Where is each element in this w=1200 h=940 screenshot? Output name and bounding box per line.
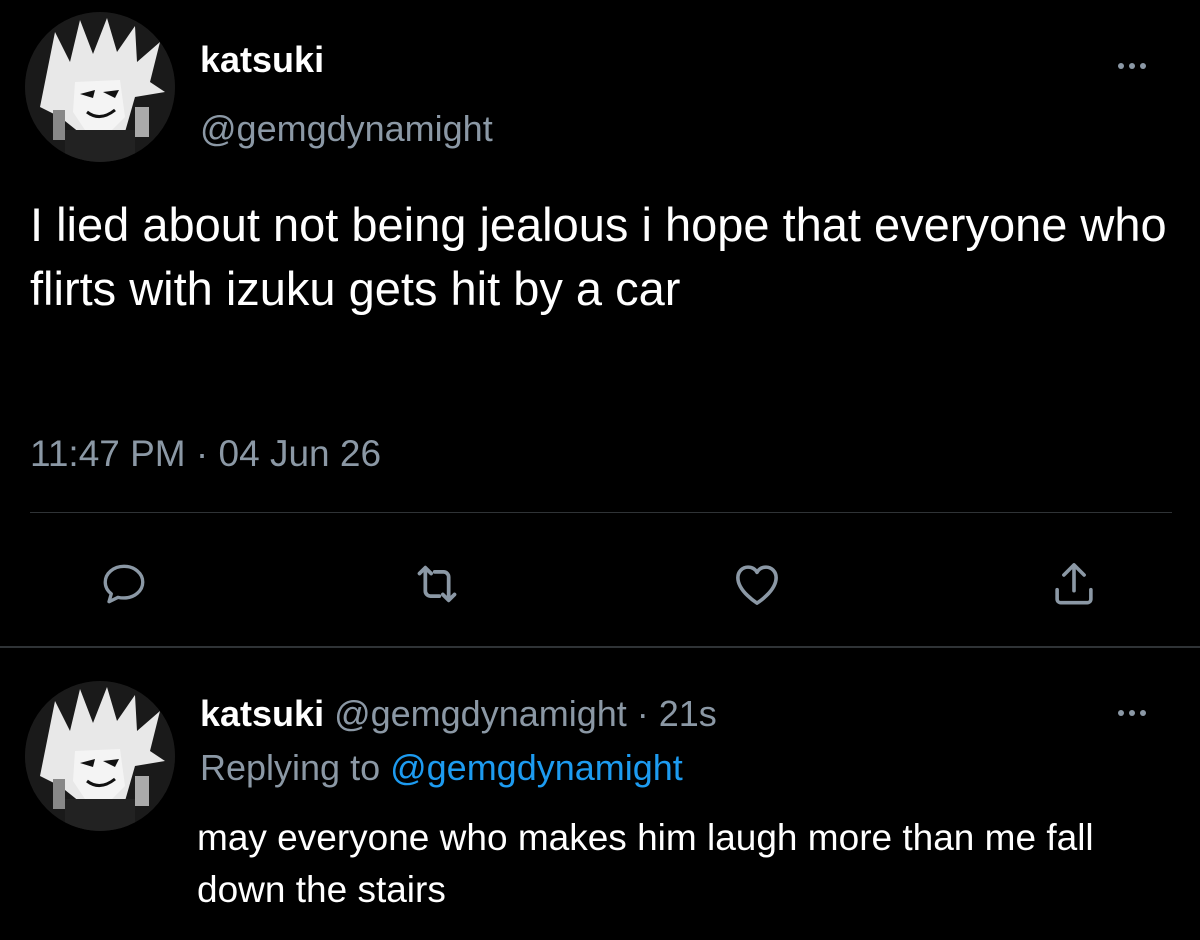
- replying-to-line: Replying to @gemgdynamight: [200, 746, 683, 790]
- tweet-text: I lied about not being jealous i hope th…: [30, 198, 1167, 315]
- author-avatar[interactable]: [25, 12, 175, 162]
- manga-avatar-icon: [25, 681, 175, 831]
- author-handle[interactable]: @gemgdynamight: [200, 107, 493, 151]
- more-options-button[interactable]: [1118, 63, 1146, 69]
- heart-icon: [736, 565, 778, 605]
- share-icon: [1055, 563, 1093, 605]
- retweet-icon: [417, 565, 457, 603]
- more-options-icon: [1118, 710, 1124, 716]
- reply-header: katsuki @gemgdynamight · 21s: [200, 692, 717, 736]
- replying-to-label: Replying to: [200, 747, 391, 788]
- retweet-button[interactable]: [409, 556, 465, 612]
- divider: [30, 512, 1172, 513]
- section-divider: [0, 646, 1200, 648]
- replying-to-mention[interactable]: @gemgdynamight: [390, 747, 683, 788]
- more-options-icon: [1118, 63, 1124, 69]
- reply-bubble-icon: [103, 564, 145, 604]
- reply-author-meta[interactable]: @gemgdynamight · 21s: [324, 693, 717, 734]
- author-display-name[interactable]: katsuki: [200, 38, 324, 82]
- reply-text: may everyone who makes him laugh more th…: [197, 817, 1094, 910]
- like-button[interactable]: [729, 556, 785, 612]
- tweet-timestamp[interactable]: 11:47 PM · 04 Jun 26: [30, 430, 381, 478]
- reply-author-avatar[interactable]: [25, 681, 175, 831]
- manga-avatar-icon: [25, 12, 175, 162]
- reply-more-options-button[interactable]: [1118, 710, 1146, 716]
- reply-author-display-name[interactable]: katsuki: [200, 693, 324, 734]
- reply-button[interactable]: [96, 556, 152, 612]
- share-button[interactable]: [1046, 556, 1102, 612]
